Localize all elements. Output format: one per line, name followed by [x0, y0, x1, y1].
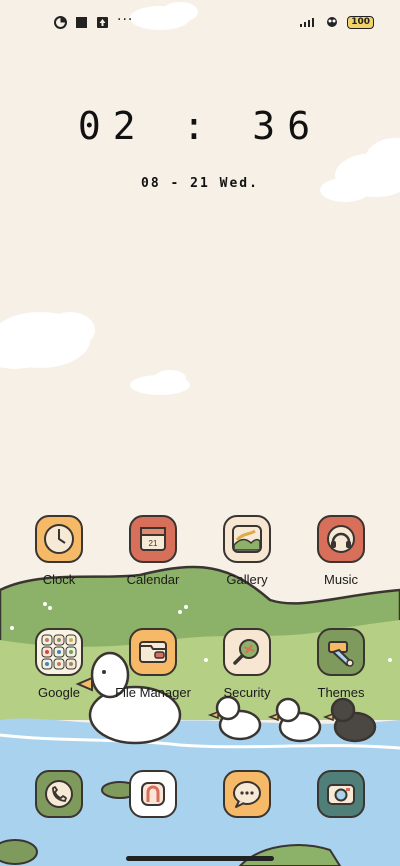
app-calendar[interactable]: 21 Calendar	[108, 515, 198, 587]
app-google[interactable]: Google	[14, 628, 104, 700]
app-messages[interactable]	[108, 770, 198, 818]
app-security[interactable]: Security	[202, 628, 292, 700]
upload-icon	[96, 14, 109, 28]
message-app-icon	[129, 770, 177, 818]
clock-time: 02 : 36	[77, 104, 323, 148]
google-folder-icon	[35, 628, 83, 676]
app-label: File Manager	[115, 685, 191, 700]
camera-icon	[317, 770, 365, 818]
clock-date: 08 - 21 Wed.	[141, 176, 259, 191]
battery-icon: 100	[347, 16, 374, 29]
clock-icon	[35, 515, 83, 563]
folder-icon	[129, 628, 177, 676]
phone-icon	[35, 770, 83, 818]
status-bar: ··· 100	[0, 8, 400, 34]
overflow-icon: ···	[117, 12, 134, 28]
headphones-icon	[317, 515, 365, 563]
app-camera[interactable]	[296, 770, 386, 818]
app-phone[interactable]	[14, 770, 104, 818]
notification-icon	[54, 14, 67, 29]
square-icon	[75, 14, 88, 28]
app-clock[interactable]: Clock	[14, 515, 104, 587]
calendar-day: 21	[148, 539, 158, 548]
app-label: Music	[324, 572, 358, 587]
app-label: Security	[223, 685, 271, 700]
paintbrush-icon	[317, 628, 365, 676]
app-gallery[interactable]: Gallery	[202, 515, 292, 587]
calendar-icon: 21	[129, 515, 177, 563]
app-label: Clock	[42, 572, 76, 587]
magnifier-icon	[223, 628, 271, 676]
chat-bubble-icon	[223, 770, 271, 818]
app-label: Themes	[317, 685, 365, 700]
home-indicator[interactable]	[126, 856, 274, 861]
gallery-icon	[223, 515, 271, 563]
app-label: Google	[38, 685, 80, 700]
wifi-icon	[325, 13, 339, 32]
app-file-manager[interactable]: File Manager	[108, 628, 198, 700]
app-chat[interactable]	[202, 770, 292, 818]
app-themes[interactable]: Themes	[296, 628, 386, 700]
app-music[interactable]: Music	[296, 515, 386, 587]
app-label: Calendar	[126, 572, 180, 587]
signal-icon	[299, 13, 317, 32]
app-label: Gallery	[226, 572, 268, 587]
